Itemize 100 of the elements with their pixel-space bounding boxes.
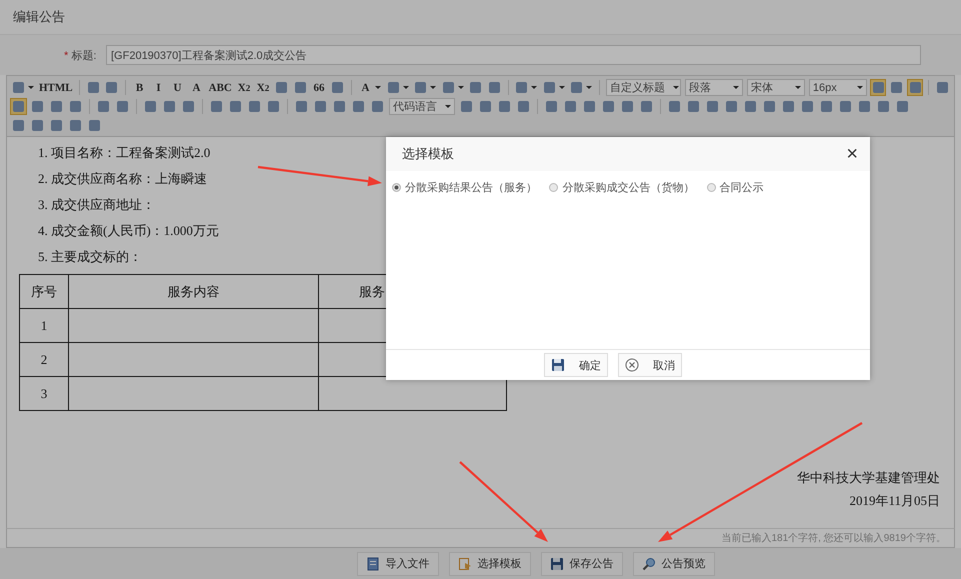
footer-button[interactable]: 选择模板 (448, 552, 530, 576)
dialog-button[interactable]: 取消 (618, 353, 682, 377)
toolbar-button[interactable] (562, 98, 579, 115)
caret-icon[interactable] (458, 86, 464, 89)
caret-icon[interactable] (28, 86, 34, 89)
template-icon (458, 556, 472, 570)
option-label[interactable]: 分散采购结果公告（服务） (405, 180, 537, 195)
toolbar-button[interactable] (704, 98, 721, 115)
toolbar-button[interactable] (293, 98, 310, 115)
toolbar-button[interactable]: A (357, 79, 374, 96)
table-header: 服务内容 (68, 274, 318, 308)
option-label[interactable]: 分散采购成交公告（货物） (562, 180, 694, 195)
toolbar-button[interactable] (180, 98, 197, 115)
toolbar-button[interactable] (246, 98, 263, 115)
toolbar-button[interactable] (906, 79, 924, 96)
footer-button[interactable]: 导入文件 (356, 552, 438, 576)
toolbar-button[interactable]: HTML (38, 79, 74, 96)
toolbar-dropdown[interactable]: 16px (808, 79, 867, 96)
caret-icon[interactable] (531, 86, 538, 89)
toolbar-button[interactable] (29, 98, 46, 115)
caret-icon[interactable] (375, 86, 382, 89)
close-button[interactable]: × (846, 144, 858, 164)
dialog-button[interactable]: 确定 (544, 353, 608, 377)
toolbar-button[interactable] (265, 98, 282, 115)
toolbar-dropdown[interactable]: 代码语言 (389, 98, 455, 115)
toolbar-button[interactable] (761, 98, 778, 115)
toolbar-button[interactable] (543, 98, 560, 115)
radio-button[interactable] (549, 183, 558, 192)
toolbar-button[interactable] (48, 117, 65, 134)
toolbar-button[interactable] (86, 117, 103, 134)
toolbar-button[interactable] (875, 98, 892, 115)
toolbar-button[interactable] (458, 98, 475, 115)
toolbar-button[interactable] (208, 98, 225, 115)
document-text: 3. 成交供应商地址： (38, 196, 155, 214)
caret-icon[interactable] (430, 86, 436, 89)
toolbar-button[interactable] (29, 117, 46, 134)
toolbar-button[interactable] (161, 98, 178, 115)
toolbar-button[interactable] (799, 98, 816, 115)
toolbar-button[interactable] (780, 98, 797, 115)
toolbar-button[interactable] (934, 79, 951, 96)
toolbar-button[interactable] (870, 79, 886, 96)
toolbar-button[interactable] (67, 98, 84, 115)
option-label[interactable]: 合同公示 (720, 180, 764, 195)
toolbar-button[interactable] (350, 98, 367, 115)
toolbar-button[interactable] (477, 98, 494, 115)
toolbar-button[interactable] (292, 79, 309, 96)
toolbar-button[interactable] (114, 98, 131, 115)
toolbar-dropdown[interactable]: 段落 (684, 79, 743, 96)
caret-icon[interactable] (402, 86, 409, 89)
toolbar-button[interactable] (515, 98, 532, 115)
footer-button[interactable]: 保存公告 (540, 552, 622, 576)
toolbar-button[interactable] (496, 98, 513, 115)
toolbar-button[interactable] (48, 98, 65, 115)
toolbar-button[interactable] (856, 98, 873, 115)
toolbar-button[interactable] (227, 98, 244, 115)
toolbar-button[interactable] (619, 98, 636, 115)
caret-icon[interactable] (586, 86, 592, 89)
document-icon (366, 556, 380, 570)
toolbar-button[interactable]: A (188, 79, 206, 96)
caret-icon[interactable] (558, 86, 565, 89)
footer-button[interactable]: 公告预览 (632, 552, 714, 576)
toolbar-button[interactable]: ABC (207, 79, 234, 96)
toolbar-dropdown[interactable]: 宋体 (746, 79, 805, 96)
word-count: 当前已输入181个字符, 您还可以输入9819个字符。 (6, 528, 955, 548)
magnifier-icon (642, 556, 656, 570)
radio-button[interactable] (392, 183, 401, 192)
toolbar-button[interactable] (666, 98, 683, 115)
toolbar-button[interactable] (581, 98, 598, 115)
dialog-title: 选择模板 (402, 145, 454, 163)
toolbar-button[interactable] (685, 98, 702, 115)
toolbar-button[interactable] (894, 98, 911, 115)
toolbar-button[interactable] (312, 98, 329, 115)
signature-text: 华中科技大学基建管理处 (797, 469, 940, 486)
toolbar-button[interactable] (95, 98, 112, 115)
toolbar-button[interactable] (638, 98, 655, 115)
signature-text: 2019年11月05日 (849, 492, 940, 509)
toolbar-button[interactable] (723, 98, 740, 115)
toolbar-button[interactable] (10, 98, 27, 115)
toolbar-button[interactable] (85, 79, 102, 96)
document-text: 2. 成交供应商名称：上海瞬速 (38, 170, 207, 188)
toolbar-button[interactable] (67, 117, 84, 134)
toolbar-button[interactable] (837, 98, 854, 115)
toolbar-button[interactable] (600, 98, 617, 115)
toolbar-button[interactable] (369, 98, 386, 115)
toolbar-button[interactable]: U (169, 79, 186, 96)
toolbar-button[interactable]: 66 (310, 79, 328, 96)
radio-button[interactable] (706, 183, 716, 192)
document-text: 5. 主要成交标的： (38, 248, 142, 266)
document-text: 1. 项目名称：工程备案测试2.0 (38, 144, 210, 162)
toolbar-button[interactable] (742, 98, 759, 115)
toolbar-button[interactable]: B (131, 79, 148, 96)
title-field[interactable]: [GF20190370]工程备案测试2.0成交公告 (106, 45, 921, 65)
toolbar-button[interactable] (486, 79, 503, 96)
toolbar-button[interactable] (888, 79, 905, 96)
toolbar-button[interactable] (10, 117, 27, 134)
toolbar-button[interactable] (142, 98, 159, 115)
toolbar-button[interactable]: I (150, 79, 168, 96)
toolbar-dropdown[interactable]: 自定义标题 (606, 79, 681, 96)
toolbar-button[interactable] (818, 98, 835, 115)
toolbar-button[interactable] (331, 98, 348, 115)
